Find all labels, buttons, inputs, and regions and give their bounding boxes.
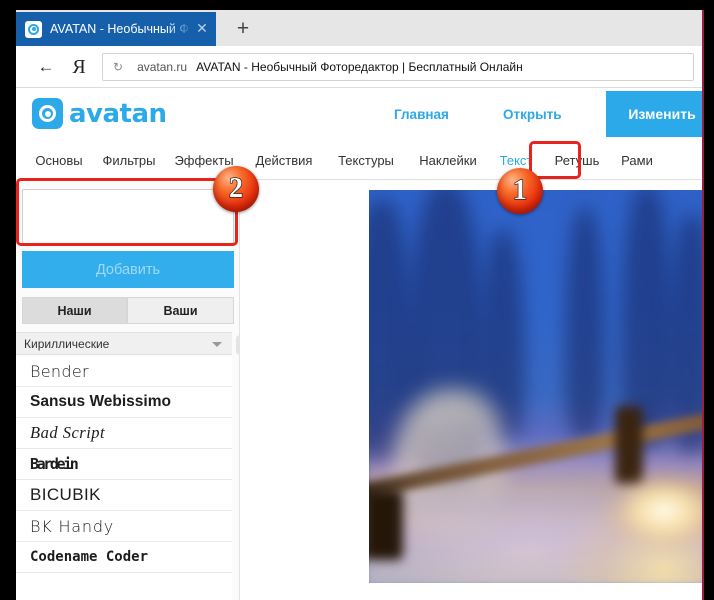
font-list-item[interactable]: Bardein bbox=[16, 449, 232, 480]
screenshot-root: AVATAN - Необычный Ф ✕ + ← Я ↻ avatan.ru… bbox=[0, 0, 714, 600]
close-icon[interactable]: ✕ bbox=[194, 21, 210, 37]
font-list-item[interactable]: Bender bbox=[16, 356, 232, 387]
tool-tab-4[interactable]: Действия bbox=[243, 140, 325, 180]
font-list-item[interactable]: Sansus Webissimo bbox=[16, 387, 232, 418]
browser-tab-title: AVATAN - Необычный Ф bbox=[50, 22, 189, 36]
reload-icon[interactable]: ↻ bbox=[113, 61, 123, 73]
font-list[interactable]: Bender Sansus Webissimo Bad Script Bardein B… bbox=[16, 356, 232, 600]
nav-link-main[interactable]: Главная bbox=[394, 107, 449, 122]
tool-tab-1[interactable]: Основы bbox=[26, 140, 92, 180]
browser-tab-active[interactable]: AVATAN - Необычный Ф ✕ bbox=[16, 12, 216, 46]
browser-toolbar: ← Я ↻ avatan.ru AVATAN - Необычный Фотор… bbox=[16, 46, 704, 88]
avatan-logo[interactable]: avatan bbox=[32, 98, 167, 129]
segment-ours[interactable]: Наши bbox=[22, 297, 127, 324]
address-bar[interactable]: ↻ avatan.ru AVATAN - Необычный Фоторедак… bbox=[102, 52, 694, 81]
tool-tab-8[interactable]: Ретушь bbox=[543, 140, 611, 180]
annotation-badge-2: 2 bbox=[213, 166, 259, 212]
editor-canvas bbox=[240, 180, 704, 600]
nav-link-open[interactable]: Открыть bbox=[503, 107, 562, 122]
segment-yours[interactable]: Ваши bbox=[127, 297, 234, 324]
text-tool-panel: Добавить Наши Ваши Кириллические Bender S… bbox=[16, 180, 245, 600]
font-list-item[interactable]: Codename Coder bbox=[16, 542, 232, 573]
annotation-badge-1: 1 bbox=[497, 168, 543, 214]
avatan-lens-icon bbox=[32, 98, 63, 129]
web-page: avatan Главная Открыть Изменить Основы Фи… bbox=[16, 88, 704, 600]
text-input-box[interactable] bbox=[22, 189, 234, 244]
yandex-logo-icon[interactable]: Я bbox=[64, 57, 94, 77]
annotation-badge-1-number: 1 bbox=[512, 175, 527, 206]
add-text-button[interactable]: Добавить bbox=[22, 251, 234, 288]
browser-window: AVATAN - Необычный Ф ✕ + ← Я ↻ avatan.ru… bbox=[16, 10, 704, 600]
font-list-item[interactable]: BICUBIK bbox=[16, 480, 232, 511]
url-host: avatan.ru bbox=[137, 59, 188, 74]
annotation-badge-2-number: 2 bbox=[228, 173, 243, 204]
brand-wordmark: avatan bbox=[69, 98, 167, 129]
font-list-item[interactable]: BK Handy bbox=[16, 511, 232, 542]
chevron-down-icon bbox=[212, 342, 222, 347]
window-right-edge bbox=[702, 10, 704, 600]
url-page-title: AVATAN - Необычный Фоторедактор | Беспла… bbox=[196, 59, 523, 74]
new-tab-button[interactable]: + bbox=[230, 17, 256, 41]
tool-tabs-bar: Основы Фильтры Эффекты Действия Текстуры Накл… bbox=[16, 140, 704, 180]
font-list-item[interactable]: Bad Script bbox=[16, 418, 232, 449]
browser-tab-strip: AVATAN - Необычный Ф ✕ + bbox=[16, 10, 704, 46]
tool-tab-6[interactable]: Наклейки bbox=[407, 140, 489, 180]
back-arrow-icon[interactable]: ← bbox=[28, 58, 64, 75]
tool-tab-9[interactable]: Рами bbox=[612, 140, 662, 180]
font-category-dropdown[interactable]: Кириллические bbox=[16, 332, 232, 355]
avatan-circle-icon bbox=[25, 20, 42, 38]
tool-tab-5[interactable]: Текстуры bbox=[326, 140, 406, 180]
edit-button[interactable]: Изменить bbox=[606, 91, 704, 137]
site-header: avatan Главная Открыть Изменить bbox=[16, 88, 704, 140]
font-category-value: Кириллические bbox=[24, 336, 110, 351]
tool-tab-2[interactable]: Фильтры bbox=[93, 140, 165, 180]
edited-photo[interactable] bbox=[369, 190, 704, 583]
